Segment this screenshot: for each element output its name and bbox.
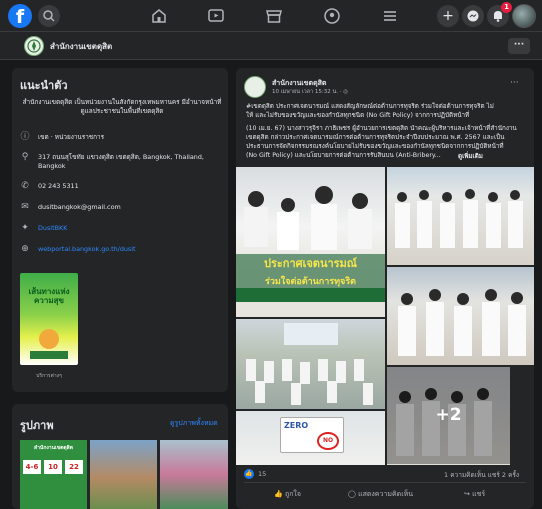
promo-caption: บริการต่างๆ xyxy=(36,373,62,379)
website-row: ⊕ webportal.bangkok.go.th/dusit xyxy=(20,244,230,256)
post-photo-2[interactable] xyxy=(387,167,534,265)
plus-icon: + xyxy=(442,8,454,24)
post-stats: 👍 15 1 ความคิดเห็น แชร์ 2 ครั้ง xyxy=(244,468,532,482)
page-more-button[interactable]: ··· xyxy=(508,38,530,54)
search-button[interactable] xyxy=(38,5,60,27)
thumb1-number-2: 10 xyxy=(44,460,62,474)
messenger-icon xyxy=(467,10,479,22)
page-name[interactable]: สำนักงานเขตดุสิต xyxy=(50,40,112,53)
address-row: ⚲ 317 ถนนสุโขทัย แขวงดุสิต เขตดุสิต, Ban… xyxy=(20,152,230,176)
top-navigation-bar: f + 1 xyxy=(0,0,542,32)
page-avatar[interactable] xyxy=(24,36,44,56)
email-icon: ✉ xyxy=(21,202,29,212)
video-icon[interactable] xyxy=(206,6,226,26)
post-text-line-4: เขตดุสิต กล่าวประกาศเจตนารมณ์การต่อต้านก… xyxy=(246,134,505,141)
comment-label: แสดงความคิดเห็น xyxy=(358,490,413,498)
phone-row: ✆ 02 243 5311 xyxy=(20,181,230,193)
post-photo-main[interactable]: ประกาศเจตนารมณ์ ร่วมใจต่อต้านการทุจริต xyxy=(236,167,385,317)
search-icon xyxy=(43,10,55,22)
comment-icon: ◯ xyxy=(348,490,359,498)
post-text-line-6: (No Gift Policy) และนโยบายการต่อต้านการร… xyxy=(246,152,441,159)
notification-badge: 1 xyxy=(501,2,512,13)
post-options-icon[interactable]: ··· xyxy=(510,78,519,88)
page-logo-icon xyxy=(27,39,41,53)
banner-line-1: ประกาศเจตนารมณ์ xyxy=(236,254,385,274)
reaction-count[interactable]: 15 xyxy=(258,470,266,478)
like-reaction-icon[interactable]: 👍 xyxy=(244,469,254,479)
groups-icon[interactable] xyxy=(322,6,342,26)
photos-title: รูปภาพ xyxy=(20,419,54,432)
facebook-logo[interactable]: f xyxy=(8,4,32,28)
phone-icon: ✆ xyxy=(21,181,29,191)
share-icon: ↪ xyxy=(464,490,473,498)
photos-card: รูปภาพ ดูรูปภาพทั้งหมด สำนักงานเขตดุสิต … xyxy=(12,404,228,509)
page-header-bar: สำนักงานเขตดุสิต ··· xyxy=(0,32,542,60)
thumb1-number-1: 4-6 xyxy=(23,460,41,474)
twitter-row: ✦ DusitBKK xyxy=(20,223,230,235)
messenger-button[interactable] xyxy=(462,5,484,27)
globe-icon: ⊕ xyxy=(21,244,29,254)
banner-footer-strip xyxy=(236,288,385,302)
stats-divider xyxy=(244,482,526,483)
post-photo-6[interactable]: +2 xyxy=(387,367,510,465)
email-text: dusitbangkok@gmail.com xyxy=(38,203,121,211)
photo-hall-illustration xyxy=(246,323,373,405)
photo-group-illustration xyxy=(395,189,523,248)
no-text: NO xyxy=(317,432,339,450)
share-label: แชร์ xyxy=(472,490,486,498)
location-pin-icon: ⚲ xyxy=(21,152,29,162)
banner-line-2: ร่วมใจต่อต้านการทุจริต xyxy=(236,274,385,288)
promo-decoration xyxy=(30,329,68,359)
profile-avatar[interactable] xyxy=(512,4,536,28)
create-button[interactable]: + xyxy=(437,5,459,27)
post-photo-5[interactable]: ZERO NO xyxy=(236,411,385,465)
website-link[interactable]: webportal.bangkok.go.th/dusit xyxy=(38,245,228,254)
comments-shares-count[interactable]: 1 ความคิดเห็น แชร์ 2 ครั้ง xyxy=(444,470,519,480)
more-photos-overlay[interactable]: +2 xyxy=(387,367,510,464)
post-timestamp[interactable]: 10 เมษายน เวลา 15:32 น. · ◎ xyxy=(272,88,348,96)
zero-text: ZERO xyxy=(284,421,309,430)
twitter-link[interactable]: DusitBKK xyxy=(38,224,228,233)
post-photo-4[interactable] xyxy=(236,319,385,409)
like-button[interactable]: 👍 ถูกใจ xyxy=(274,489,301,500)
address-text: 317 ถนนสุโขทัย แขวงดุสิต เขตดุสิต, Bangk… xyxy=(38,153,204,170)
post-author-avatar[interactable] xyxy=(244,76,266,98)
see-more-link[interactable]: ดูเพิ่มเติม xyxy=(458,151,483,161)
photo-thumb-1[interactable]: สำนักงานเขตดุสิต 4-6 10 22 xyxy=(20,440,87,509)
photo-thumb-2[interactable] xyxy=(90,440,157,509)
featured-promo-image[interactable]: เส้นทางแห่ง ความสุข xyxy=(20,273,78,365)
photo-thumb-3[interactable] xyxy=(160,440,228,509)
post-text-line-5: ประธานการจัดกิจกรรมรณรงค์นโยบายไม่รับของ… xyxy=(246,143,504,150)
no-gift-sign: ZERO NO xyxy=(280,417,344,453)
intro-description: สำนักงานเขตดุสิต เป็นหน่วยงานในสังกัดกรุ… xyxy=(22,98,222,115)
share-button[interactable]: ↪ แชร์ xyxy=(464,489,485,500)
thumb1-title: สำนักงานเขตดุสิต xyxy=(34,445,73,451)
intro-card: แนะนำตัว สำนักงานเขตดุสิต เป็นหน่วยงานใน… xyxy=(12,68,228,392)
email-row: ✉ dusitbangkok@gmail.com xyxy=(20,202,230,214)
marketplace-icon[interactable] xyxy=(264,6,284,26)
post-card: สำนักงานเขตดุสิต 10 เมษายน เวลา 15:32 น.… xyxy=(236,68,534,509)
intro-title: แนะนำตัว xyxy=(20,79,68,92)
like-label: ถูกใจ xyxy=(284,490,301,498)
category-row: ⓘ เขต · หน่วยงานราชการ xyxy=(20,132,230,144)
twitter-icon: ✦ xyxy=(21,223,29,233)
comment-button[interactable]: ◯ แสดงความคิดเห็น xyxy=(348,489,413,500)
see-all-photos-link[interactable]: ดูรูปภาพทั้งหมด xyxy=(170,418,218,429)
post-text-line-1: #เขตดุสิต ประกาศเจตนารมณ์ แสดงสัญลักษณ์ต… xyxy=(246,103,494,110)
thumbs-up-icon: 👍 xyxy=(274,490,285,498)
phone-text: 02 243 5311 xyxy=(38,182,79,190)
photo-group-2-illustration xyxy=(398,289,526,356)
category-text: เขต · หน่วยงานราชการ xyxy=(38,133,105,141)
post-text-line-3: (10 เม.ย. 67) นางสาวรุจิรา ภาธิเพชร ผู้อ… xyxy=(246,125,517,132)
thumb1-number-3: 22 xyxy=(65,460,83,474)
post-photo-3[interactable] xyxy=(387,267,534,365)
home-icon[interactable] xyxy=(149,6,169,26)
post-text-line-2: ให้ และไม่รับของขวัญและของกำนัลทุกชนิด (… xyxy=(246,112,470,119)
menu-icon[interactable] xyxy=(380,6,400,26)
info-icon: ⓘ xyxy=(20,132,30,142)
